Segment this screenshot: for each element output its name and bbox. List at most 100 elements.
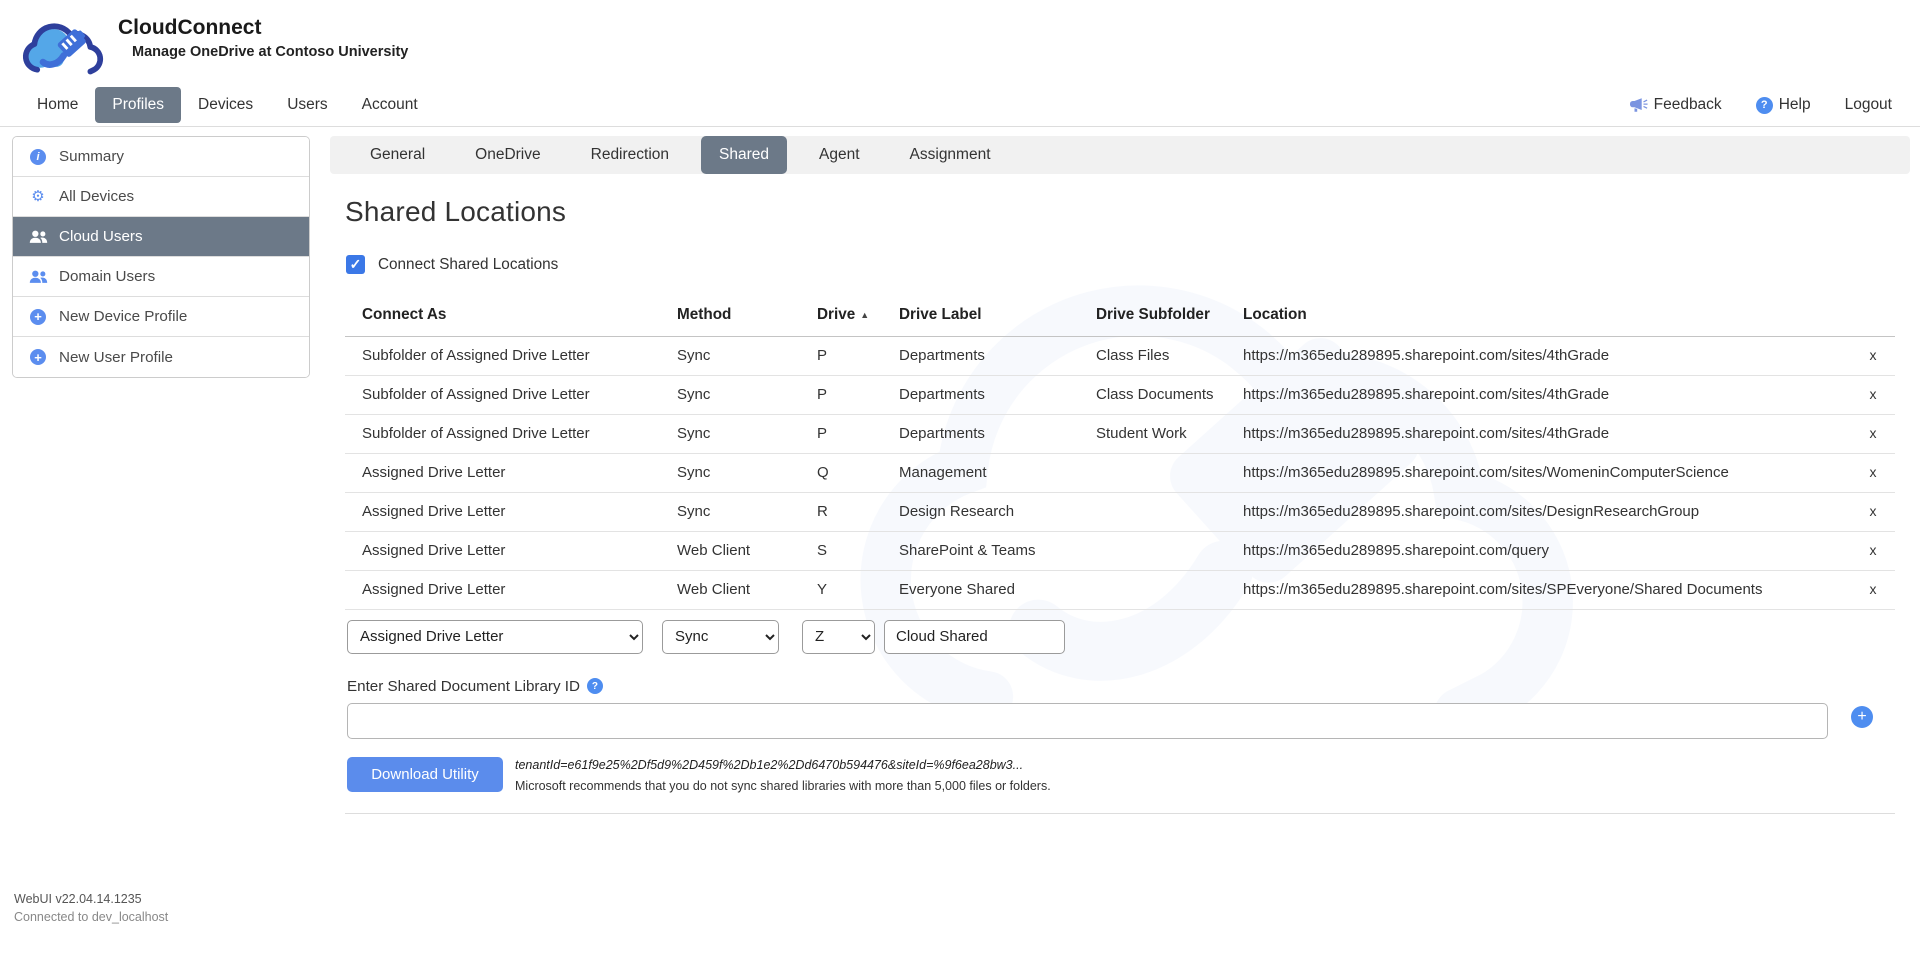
main-panel: General OneDrive Redirection Shared Agen… bbox=[330, 136, 1910, 814]
nav-logout[interactable]: Logout bbox=[1845, 96, 1892, 114]
col-drive[interactable]: Drive▲ bbox=[800, 294, 882, 336]
cell-drive-label: Departments bbox=[882, 414, 1079, 453]
nav-users[interactable]: Users bbox=[270, 87, 344, 123]
cell-drive-subfolder bbox=[1079, 453, 1226, 492]
sidebar-item-label: New User Profile bbox=[59, 349, 173, 366]
col-method[interactable]: Method bbox=[660, 294, 800, 336]
app-footer: WebUI v22.04.14.1235 Connected to dev_lo… bbox=[14, 890, 1920, 926]
tenant-id-hint: tenantId=e61f9e25%2Df5d9%2D459f%2Db1e2%2… bbox=[515, 758, 1051, 772]
drive-letter-select[interactable]: Z bbox=[802, 620, 875, 654]
profile-tabbar: General OneDrive Redirection Shared Agen… bbox=[330, 136, 1910, 174]
nav-help[interactable]: ? Help bbox=[1756, 96, 1811, 114]
cell-connect-as: Assigned Drive Letter bbox=[345, 570, 660, 609]
table-row: Subfolder of Assigned Drive Letter Sync … bbox=[345, 375, 1895, 414]
cell-location: https://m365edu289895.sharepoint.com/sit… bbox=[1226, 375, 1851, 414]
table-row: Assigned Drive Letter Web Client Y Every… bbox=[345, 570, 1895, 609]
cell-drive: P bbox=[800, 414, 882, 453]
table-row: Assigned Drive Letter Sync Q Management … bbox=[345, 453, 1895, 492]
cell-location: https://m365edu289895.sharepoint.com/que… bbox=[1226, 531, 1851, 570]
cell-drive-subfolder bbox=[1079, 492, 1226, 531]
cell-method: Sync bbox=[660, 414, 800, 453]
users-icon bbox=[28, 270, 48, 283]
sort-asc-icon: ▲ bbox=[860, 310, 869, 320]
cell-location: https://m365edu289895.sharepoint.com/sit… bbox=[1226, 492, 1851, 531]
download-row: Download Utility tenantId=e61f9e25%2Df5d… bbox=[347, 757, 1910, 793]
cell-drive-label: Management bbox=[882, 453, 1079, 492]
sidebar-item-summary[interactable]: i Summary bbox=[13, 137, 309, 177]
connection-status: Connected to dev_localhost bbox=[14, 908, 1920, 926]
nav-feedback[interactable]: Feedback bbox=[1630, 96, 1722, 114]
sidebar-item-all-devices[interactable]: ⚙ All Devices bbox=[13, 177, 309, 217]
delete-row-button[interactable]: x bbox=[1864, 343, 1883, 367]
col-drive-label[interactable]: Drive Label bbox=[882, 294, 1079, 336]
plus-circle-icon: + bbox=[30, 309, 46, 325]
sidebar-item-new-user-profile[interactable]: + New User Profile bbox=[13, 337, 309, 377]
cell-drive: P bbox=[800, 336, 882, 375]
webui-version: WebUI v22.04.14.1235 bbox=[14, 890, 1920, 908]
delete-row-button[interactable]: x bbox=[1864, 577, 1883, 601]
nav-left: Home Profiles Devices Users Account bbox=[20, 84, 435, 126]
sidebar-item-label: All Devices bbox=[59, 188, 134, 205]
delete-row-button[interactable]: x bbox=[1864, 421, 1883, 445]
page-title: Shared Locations bbox=[345, 196, 1910, 228]
col-connect-as[interactable]: Connect As bbox=[345, 294, 660, 336]
library-id-label: Enter Shared Document Library ID bbox=[347, 678, 580, 695]
cell-method: Web Client bbox=[660, 570, 800, 609]
nav-home[interactable]: Home bbox=[20, 87, 95, 123]
connect-as-select[interactable]: Assigned Drive Letter bbox=[347, 620, 643, 654]
cloudconnect-logo bbox=[14, 10, 106, 82]
library-id-input[interactable] bbox=[347, 703, 1828, 739]
col-drive-subfolder[interactable]: Drive Subfolder bbox=[1079, 294, 1226, 336]
col-location[interactable]: Location bbox=[1226, 294, 1851, 336]
new-location-form: Assigned Drive Letter Sync Z bbox=[347, 620, 1910, 654]
nav-profiles[interactable]: Profiles bbox=[95, 87, 181, 123]
delete-row-button[interactable]: x bbox=[1864, 382, 1883, 406]
sidebar-item-label: Domain Users bbox=[59, 268, 155, 285]
cell-method: Sync bbox=[660, 336, 800, 375]
connect-shared-locations-checkbox[interactable]: ✓ bbox=[346, 255, 365, 274]
top-nav: Home Profiles Devices Users Account Feed… bbox=[0, 84, 1920, 127]
app-title: CloudConnect bbox=[118, 16, 408, 40]
tab-onedrive[interactable]: OneDrive bbox=[457, 136, 558, 174]
cell-drive: Q bbox=[800, 453, 882, 492]
library-id-label-row: Enter Shared Document Library ID ? bbox=[347, 678, 1910, 695]
delete-row-button[interactable]: x bbox=[1864, 460, 1883, 484]
delete-row-button[interactable]: x bbox=[1864, 499, 1883, 523]
sidebar-item-new-device-profile[interactable]: + New Device Profile bbox=[13, 297, 309, 337]
sidebar-item-cloud-users[interactable]: Cloud Users bbox=[13, 217, 309, 257]
cell-drive: Y bbox=[800, 570, 882, 609]
add-location-button[interactable]: + bbox=[1851, 706, 1873, 728]
cell-method: Web Client bbox=[660, 531, 800, 570]
cell-connect-as: Subfolder of Assigned Drive Letter bbox=[345, 336, 660, 375]
cell-method: Sync bbox=[660, 375, 800, 414]
method-select[interactable]: Sync bbox=[662, 620, 779, 654]
sidebar-item-domain-users[interactable]: Domain Users bbox=[13, 257, 309, 297]
download-utility-button[interactable]: Download Utility bbox=[347, 757, 503, 792]
table-row: Subfolder of Assigned Drive Letter Sync … bbox=[345, 336, 1895, 375]
nav-right: Feedback ? Help Logout bbox=[1630, 96, 1892, 114]
app-header: CloudConnect Manage OneDrive at Contoso … bbox=[0, 0, 1920, 84]
drive-label-input[interactable] bbox=[884, 620, 1065, 654]
tab-general[interactable]: General bbox=[352, 136, 443, 174]
sidebar-item-label: Summary bbox=[59, 148, 124, 165]
cell-location: https://m365edu289895.sharepoint.com/sit… bbox=[1226, 570, 1851, 609]
app-subtitle: Manage OneDrive at Contoso University bbox=[132, 44, 408, 60]
nav-account[interactable]: Account bbox=[345, 87, 435, 123]
cell-method: Sync bbox=[660, 492, 800, 531]
connect-shared-locations-label: Connect Shared Locations bbox=[378, 256, 558, 274]
shared-locations-rows: Subfolder of Assigned Drive Letter Sync … bbox=[345, 336, 1895, 609]
cell-drive-subfolder: Student Work bbox=[1079, 414, 1226, 453]
help-label: Help bbox=[1779, 96, 1811, 114]
library-id-help-icon[interactable]: ? bbox=[587, 678, 603, 694]
tab-assignment[interactable]: Assignment bbox=[892, 136, 1009, 174]
delete-row-button[interactable]: x bbox=[1864, 538, 1883, 562]
info-icon: i bbox=[30, 149, 46, 165]
nav-devices[interactable]: Devices bbox=[181, 87, 270, 123]
tab-redirection[interactable]: Redirection bbox=[573, 136, 687, 174]
tab-agent[interactable]: Agent bbox=[801, 136, 878, 174]
cell-drive: R bbox=[800, 492, 882, 531]
cell-drive-label: Departments bbox=[882, 336, 1079, 375]
cell-drive-label: Design Research bbox=[882, 492, 1079, 531]
cell-drive-subfolder bbox=[1079, 570, 1226, 609]
tab-shared[interactable]: Shared bbox=[701, 136, 787, 174]
